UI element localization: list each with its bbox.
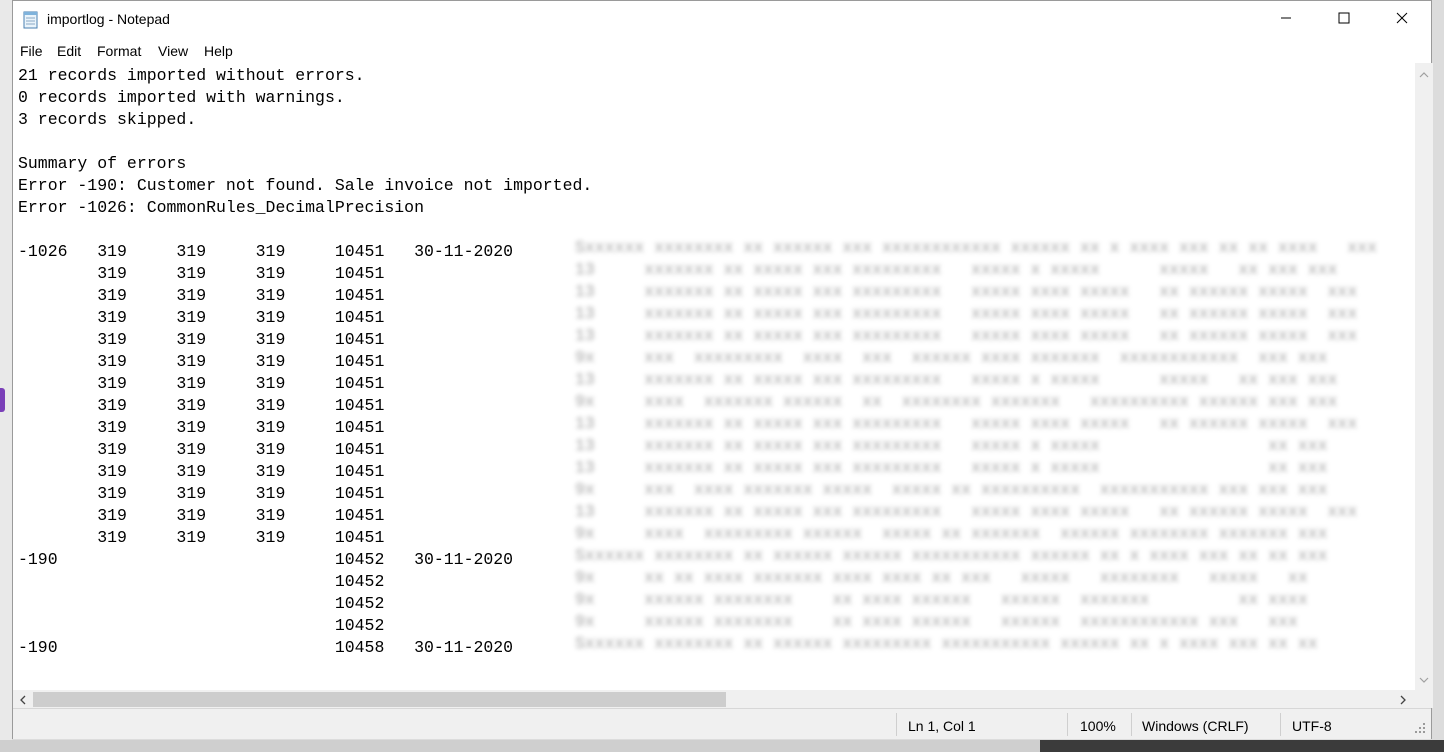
background-app-accent: [0, 388, 5, 412]
menu-edit[interactable]: Edit: [57, 43, 81, 59]
cursor-position: Ln 1, Col 1: [908, 718, 976, 734]
close-button[interactable]: [1373, 1, 1431, 39]
maximize-button[interactable]: [1315, 1, 1373, 39]
minimize-button[interactable]: [1257, 1, 1315, 39]
notepad-icon: [23, 10, 39, 29]
status-divider: [1067, 713, 1068, 736]
background-app-edge: [0, 0, 12, 752]
resize-grip-icon[interactable]: [1413, 721, 1427, 735]
editor-content: 21 records imported without errors. 0 re…: [18, 66, 593, 657]
menu-help[interactable]: Help: [204, 43, 233, 59]
encoding: UTF-8: [1292, 718, 1332, 734]
window-title: importlog - Notepad: [47, 11, 170, 27]
blurred-log-details: Sxxxxxx xxxxxxxx xx xxxxxx xxx xxxxxxxxx…: [575, 238, 1378, 653]
text-editor[interactable]: 21 records imported without errors. 0 re…: [13, 63, 1415, 690]
minimize-icon: [1280, 11, 1292, 29]
status-bar: Ln 1, Col 1 100% Windows (CRLF) UTF-8: [13, 708, 1431, 739]
horizontal-scroll-thumb[interactable]: [33, 692, 726, 707]
line-ending: Windows (CRLF): [1142, 718, 1249, 734]
background-desktop: [0, 740, 1040, 752]
vertical-scrollbar[interactable]: [1415, 63, 1433, 690]
zoom-level: 100%: [1080, 718, 1116, 734]
scroll-down-icon[interactable]: [1418, 673, 1430, 685]
menu-bar: File Edit Format View Help: [13, 39, 1431, 63]
horizontal-scrollbar[interactable]: [13, 690, 1415, 708]
menu-view[interactable]: View: [158, 43, 188, 59]
menu-file[interactable]: File: [20, 43, 43, 59]
close-icon: [1396, 11, 1408, 29]
scroll-up-icon[interactable]: [1418, 68, 1430, 80]
status-divider: [896, 713, 897, 736]
status-divider: [1131, 713, 1132, 736]
notepad-window: importlog - Notepad File Edit Format Vie…: [12, 0, 1433, 739]
scroll-left-icon[interactable]: [17, 693, 29, 705]
status-divider: [1280, 713, 1281, 736]
title-bar[interactable]: importlog - Notepad: [13, 1, 1431, 39]
menu-format[interactable]: Format: [97, 43, 141, 59]
maximize-icon: [1338, 11, 1350, 29]
scroll-right-icon[interactable]: [1397, 693, 1409, 705]
taskbar-fragment: [1040, 740, 1444, 752]
scrollbar-corner: [1415, 690, 1433, 708]
